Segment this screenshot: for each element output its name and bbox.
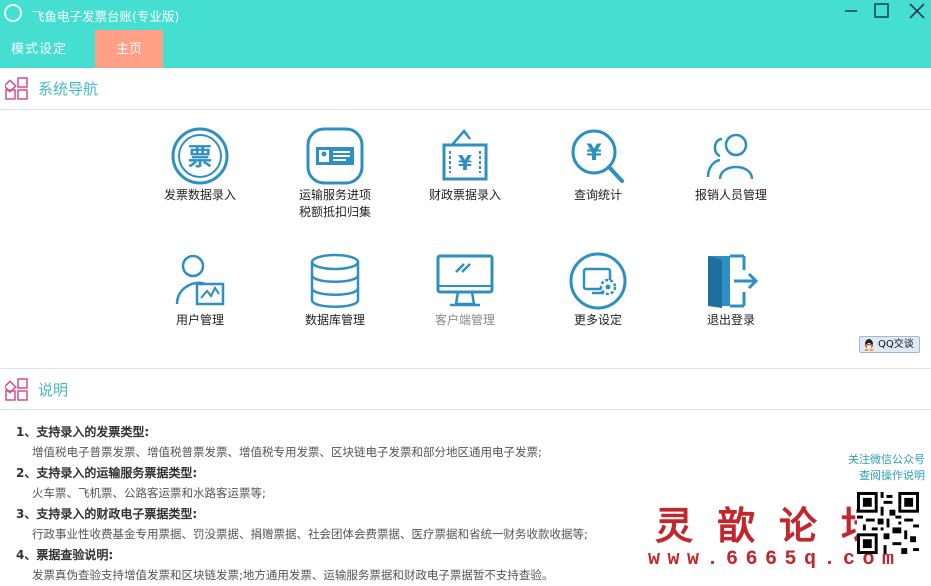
svg-text:¥: ¥ [586,141,602,166]
tab-mode-settings[interactable]: 模式设定 [0,30,78,68]
nav-label: 财政票据录入 [428,188,501,202]
qq-chat-button[interactable]: QQ交谈 [859,336,920,353]
nav-reimbursement-staff[interactable]: 报销人员管理 [666,125,796,204]
nav-section-header: 系统导航 [0,68,931,110]
qq-chat-label: QQ交谈 [878,339,914,350]
follow-line1: 关注微信公众号 [848,453,925,466]
maximize-icon[interactable] [866,0,896,26]
minimize-icon[interactable] [836,0,866,26]
nav-more-settings[interactable]: 更多设定 [533,250,663,329]
follow-line2: 查阅操作说明 [859,469,925,482]
nav-transport-deduction[interactable]: 运输服务进项 税额抵扣归集 [270,125,400,221]
monitor-icon [436,254,494,307]
nav-label: 查询统计 [573,188,622,202]
tab-home[interactable]: 主页 [95,30,163,68]
nav-invoice-entry[interactable]: 票 发票数据录入 [135,125,265,204]
yen-search-icon: ¥ [571,129,624,183]
svg-text:票: 票 [188,143,212,171]
nav-label: 用户管理 [175,313,224,327]
nav-database-management[interactable]: 数据库管理 [270,250,400,329]
nav-label: 更多设定 [573,313,622,327]
note-heading: 1、支持录入的发票类型: [16,425,150,439]
nav-label: 报销人员管理 [694,188,767,202]
note-heading: 2、支持录入的运输服务票据类型: [16,466,198,480]
note-body: 增值税电子普票发票、增值税普票发票、增值税专用发票、区块链电子发票和部分地区通用… [32,445,542,459]
close-icon[interactable] [900,0,930,26]
svg-text:¥: ¥ [458,151,472,175]
nav-label: 数据库管理 [304,313,365,327]
qr-code-icon [857,492,919,554]
nav-fiscal-entry[interactable]: ¥ 财政票据录入 [400,125,530,204]
nav-section-title: 系统导航 [38,80,99,98]
nav-user-management[interactable]: 用户管理 [135,250,265,329]
nav-label: 退出登录 [706,313,755,327]
nav-label: 客户端管理 [434,313,495,327]
exit-door-icon [708,254,759,308]
invoice-stamp-icon: 票 [171,127,229,185]
nav-label: 运输服务进项 [298,188,371,202]
nav-logout[interactable]: 退出登录 [666,250,796,329]
window-title: 飞鱼电子发票台账(专业版) [32,9,180,24]
nav-label: 发票数据录入 [163,188,236,202]
tab-bar: 模式设定 主页 [0,30,931,68]
yen-document-icon: ¥ [442,129,488,181]
nav-query-stats[interactable]: ¥ 查询统计 [533,125,663,204]
wechat-follow-link[interactable]: 关注微信公众号 查阅操作说明 [830,452,925,484]
nav-client-management[interactable]: 客户端管理 [400,250,530,329]
user-chart-icon [175,254,225,306]
users-icon [706,133,754,180]
title-bar: 飞鱼电子发票台账(专业版) [0,0,931,30]
grid-icon [5,378,28,401]
id-card-icon [306,127,364,185]
settings-screen-icon [569,252,627,310]
nav-label-line2: 税额抵扣归集 [298,205,371,219]
app-logo-icon [4,4,22,22]
notes-section-title: 说明 [38,381,69,399]
notes-section-header: 说明 [0,368,931,410]
qq-penguin-icon [864,339,874,351]
grid-icon [5,77,28,100]
database-icon [310,253,360,308]
